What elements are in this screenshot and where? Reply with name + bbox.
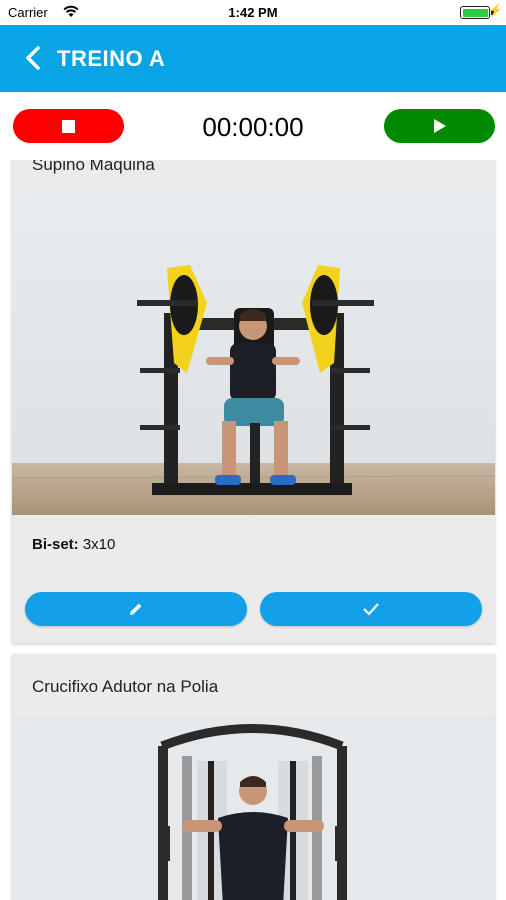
exercise-photo: [12, 193, 495, 515]
check-icon: [363, 603, 379, 616]
exercise-list[interactable]: Supino Maquina Bi-set: 3x10 Crucifixo Ad…: [0, 160, 506, 900]
play-icon: [433, 119, 446, 133]
pencil-icon: [130, 603, 142, 615]
set-value: 3x10: [82, 536, 116, 553]
play-button[interactable]: [384, 109, 495, 143]
complete-button[interactable]: [260, 592, 482, 626]
edit-button[interactable]: [25, 592, 247, 626]
exercise-name: Supino Maquina: [32, 160, 155, 174]
status-time: 1:42 PM: [228, 5, 278, 20]
chevron-left-icon[interactable]: [22, 45, 46, 71]
exercise-photo: [12, 716, 495, 900]
exercise-card: Supino Maquina Bi-set: 3x10: [12, 160, 495, 643]
exercise-card: Crucifixo Adutor na Polia: [12, 654, 495, 900]
exercise-sets: Bi-set: 3x10: [32, 536, 115, 553]
status-bar: Carrier 1:42 PM ⚡: [0, 0, 506, 25]
app-header: TREINO A: [0, 25, 506, 92]
set-type-label: Bi-set:: [32, 536, 79, 553]
charging-icon: ⚡: [488, 3, 503, 17]
battery-icon: [460, 6, 490, 19]
exercise-name: Crucifixo Adutor na Polia: [32, 677, 219, 696]
timer-bar: 00:00:00: [0, 92, 506, 160]
page-title: TREINO A: [57, 46, 166, 71]
